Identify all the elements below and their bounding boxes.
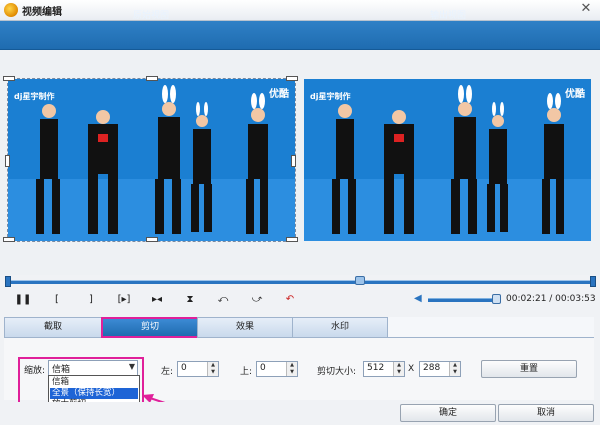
crop-handle-top[interactable] [146,76,158,81]
watermark-right: 优酷 [269,89,289,100]
crop-size-label: 剪切大小: [317,367,357,377]
crop-height-input[interactable]: 288 ▲ ▼ [419,361,461,377]
output-watermark-left: dj星宇制作 [310,92,351,101]
rotate-right-icon[interactable]: ⤻ [248,293,266,307]
ok-button[interactable]: 确定 [400,404,496,422]
top-offset-stepper-icon[interactable]: ▲ ▼ [286,362,297,376]
top-offset-label: 上: [240,367,253,377]
tab-capture[interactable]: 截取 [4,317,102,338]
timeline-playhead[interactable] [355,276,365,285]
top-offset-input[interactable]: 0 ▲ ▼ [256,361,298,377]
split-icon[interactable]: ⧗ [181,293,199,307]
pause-icon[interactable]: ❚❚ [14,293,32,307]
cancel-button[interactable]: 取消 [498,404,594,422]
crop-handle-bottom-left[interactable] [3,237,15,242]
volume-thumb[interactable] [492,294,501,304]
mark-in-icon[interactable]: [ [48,293,66,307]
crop-handle-left[interactable] [5,155,10,167]
timeline-track[interactable] [6,280,594,284]
left-offset-label: 左: [161,367,174,377]
undo-icon[interactable]: ↶ [281,293,299,307]
crop-handle-right[interactable] [291,155,296,167]
dancers-output-image [304,79,591,241]
tab-watermark[interactable]: 水印 [292,317,388,338]
window-title: 视频编辑 [22,7,62,18]
view-headers [0,21,600,50]
output-video-frame: dj星宇制作 优酷 [304,79,591,241]
original-video-frame[interactable]: dj星宇制作 优酷 [3,76,298,242]
close-icon[interactable]: ✕ [578,2,594,16]
crop-handle-top-right[interactable] [286,76,298,81]
crop-handle-bottom[interactable] [146,237,158,242]
rotate-left-icon[interactable]: ⤺ [214,293,232,307]
time-readout: 00:02:21 / 00:03:53 [506,294,596,304]
title-bar [0,0,600,21]
tab-crop[interactable]: 剪切 [101,317,199,338]
crop-handle-bottom-right[interactable] [286,237,298,242]
speaker-icon[interactable]: ◀ [414,293,426,305]
output-watermark-right: 优酷 [565,89,585,100]
app-icon [4,3,18,17]
output-view-label: 输出视图 [430,11,467,21]
dancers-video-image [8,79,295,241]
watermark-left: dj星宇制作 [14,92,55,101]
original-view-label: 原始视图 [133,11,170,21]
crop-width-input[interactable]: 512 ▲ ▼ [363,361,405,377]
tab-effects[interactable]: 效果 [197,317,293,338]
mark-out-icon[interactable]: ] [82,293,100,307]
crop-width-stepper-icon[interactable]: ▲ ▼ [393,362,404,376]
volume-slider[interactable] [428,298,498,302]
crop-height-value: 288 [423,363,441,373]
left-offset-input[interactable]: 0 ▲ ▼ [177,361,219,377]
crop-width-value: 512 [367,363,385,373]
crop-height-stepper-icon[interactable]: ▲ ▼ [449,362,460,376]
top-offset-value: 0 [260,363,266,373]
reset-button[interactable]: 重置 [481,360,577,378]
play-segment-icon[interactable]: [▸] [115,293,133,307]
left-offset-stepper-icon[interactable]: ▲ ▼ [207,362,218,376]
crop-handle-top-left[interactable] [3,76,15,81]
crop-size-separator: X [408,364,415,374]
left-offset-value: 0 [181,363,187,373]
next-frame-icon[interactable]: ▸◂ [148,293,166,307]
timeline-start-handle[interactable] [5,276,11,287]
timeline-end-handle[interactable] [590,276,596,287]
